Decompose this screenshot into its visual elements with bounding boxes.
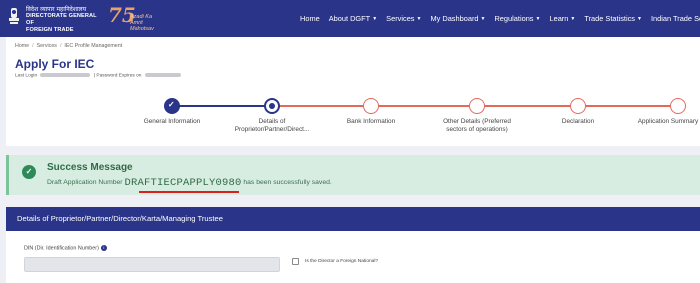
breadcrumb-separator: / bbox=[59, 43, 62, 49]
step-connector bbox=[477, 105, 570, 107]
caret-down-icon: ▼ bbox=[372, 15, 378, 22]
brand-text: विदेश व्यापार महानिदेशालय DIRECTORATE GE… bbox=[26, 6, 105, 34]
breadcrumb-separator: / bbox=[32, 43, 34, 49]
step-5[interactable] bbox=[570, 98, 586, 114]
step-connector bbox=[578, 105, 670, 107]
nav-label: Home bbox=[300, 14, 320, 23]
breadcrumb-home[interactable]: Home bbox=[15, 43, 29, 49]
success-text-after: has been successfully saved. bbox=[243, 179, 332, 186]
step-label-other-details: Other Details (Preferred sectors of oper… bbox=[443, 118, 511, 133]
emblem-icon bbox=[9, 8, 19, 24]
nav-label: Services bbox=[386, 14, 415, 23]
brand-line1: DIRECTORATE GENERAL OF bbox=[26, 13, 97, 26]
nav-trade-statistics[interactable]: Trade Statistics ▼ bbox=[584, 14, 642, 23]
step-connector bbox=[371, 105, 469, 107]
caret-down-icon: ▼ bbox=[480, 15, 486, 22]
success-alert: ✓ Success Message Draft Application Numb… bbox=[6, 155, 700, 195]
application-stepper: ✓ General Information Details of Proprie… bbox=[6, 89, 700, 146]
last-login-label: Last Login bbox=[15, 73, 38, 79]
nav-regulations[interactable]: Regulations ▼ bbox=[494, 14, 540, 23]
brand-line2: FOREIGN TRADE bbox=[26, 27, 74, 33]
caret-down-icon: ▼ bbox=[535, 15, 541, 22]
nav-label: About DGFT bbox=[328, 14, 371, 23]
nav-label: Trade Statistics bbox=[584, 14, 635, 23]
step-label-declaration: Declaration bbox=[561, 118, 595, 125]
step-3[interactable] bbox=[363, 98, 379, 114]
brand-hindi: विदेश व्यापार महानिदेशालय bbox=[26, 6, 87, 13]
step-4[interactable] bbox=[469, 98, 485, 114]
foreign-national-checkbox[interactable] bbox=[292, 258, 299, 265]
login-info: Last Login | Password Expires on bbox=[15, 73, 183, 78]
step-1-done[interactable]: ✓ bbox=[164, 98, 180, 114]
check-icon: ✓ bbox=[168, 100, 175, 109]
step-label-details-of-proprietor: Details of Proprietor/Partner/Direct... bbox=[234, 118, 310, 133]
din-input[interactable] bbox=[24, 257, 280, 272]
breadcrumb: Home / Services / IEC Profile Management bbox=[15, 43, 122, 49]
nav-label: Indian Trade Service bbox=[650, 14, 700, 23]
draft-application-number: DRAFTIECPAPPLY0980 bbox=[124, 177, 242, 189]
red-underline-annotation bbox=[139, 191, 239, 193]
step-label-bank-information: Bank Information bbox=[346, 118, 396, 125]
azadi-ka-amrit-mahotsav-logo: 75 Azadi Ka Amrit Mahotsav bbox=[108, 3, 166, 33]
nav-about-dgft[interactable]: About DGFT ▼ bbox=[329, 14, 377, 23]
success-text: Draft Application Number DRAFTIECPAPPLY0… bbox=[47, 176, 332, 189]
top-navbar: विदेश व्यापार महानिदेशालय DIRECTORATE GE… bbox=[0, 0, 700, 37]
dgft-logo[interactable]: विदेश व्यापार महानिदेशालय DIRECTORATE GE… bbox=[0, 4, 105, 34]
caret-down-icon: ▼ bbox=[416, 15, 422, 22]
check-circle-icon: ✓ bbox=[22, 165, 36, 179]
redacted-password-expiry bbox=[144, 73, 181, 77]
nav-label: Regulations bbox=[494, 14, 534, 23]
page-title: Apply For IEC bbox=[15, 57, 95, 71]
step-6[interactable] bbox=[670, 98, 686, 114]
din-label-text: DIN (Dir. Identification Number) bbox=[24, 245, 99, 252]
azadi-line2: Amrit Mahotsav bbox=[130, 20, 154, 32]
password-expires-label: | Password Expires on bbox=[93, 73, 142, 79]
main-nav: Home About DGFT ▼ Services ▼ My Dashboard ▼… bbox=[300, 14, 700, 23]
nav-home[interactable]: Home bbox=[300, 14, 320, 23]
step-connector bbox=[278, 105, 363, 107]
step-2-active[interactable] bbox=[264, 98, 280, 114]
success-title: Success Message bbox=[47, 162, 133, 173]
caret-down-icon: ▼ bbox=[636, 15, 642, 22]
din-label: DIN (Dir. Identification Number) i bbox=[24, 245, 107, 251]
nav-indian-trade-service[interactable]: Indian Trade Service▼ bbox=[651, 14, 700, 23]
nav-services[interactable]: Services ▼ bbox=[386, 14, 421, 23]
azadi-text: Azadi Ka Amrit Mahotsav bbox=[130, 14, 166, 32]
breadcrumb-current: IEC Profile Management bbox=[64, 43, 123, 49]
step-label-general-information: General Information bbox=[143, 118, 201, 125]
foreign-national-label: Is the Director a Foreign National? bbox=[305, 259, 379, 264]
director-details-form: DIN (Dir. Identification Number) i Is the… bbox=[6, 231, 700, 283]
caret-down-icon: ▼ bbox=[570, 15, 576, 22]
nav-label: My Dashboard bbox=[430, 14, 479, 23]
section-header: Details of Proprietor/Partner/Director/K… bbox=[6, 207, 700, 231]
breadcrumb-services[interactable]: Services bbox=[37, 43, 57, 49]
nav-learn[interactable]: Learn ▼ bbox=[549, 14, 575, 23]
nav-my-dashboard[interactable]: My Dashboard ▼ bbox=[430, 14, 485, 23]
page-header: Home / Services / IEC Profile Management App… bbox=[6, 37, 700, 89]
info-icon[interactable]: i bbox=[100, 245, 107, 251]
nav-label: Learn bbox=[549, 14, 569, 23]
success-text-before: Draft Application Number bbox=[47, 179, 123, 186]
step-label-application-summary: Application Summary bbox=[637, 118, 699, 125]
redacted-last-login bbox=[40, 73, 91, 77]
step-connector bbox=[178, 105, 270, 107]
